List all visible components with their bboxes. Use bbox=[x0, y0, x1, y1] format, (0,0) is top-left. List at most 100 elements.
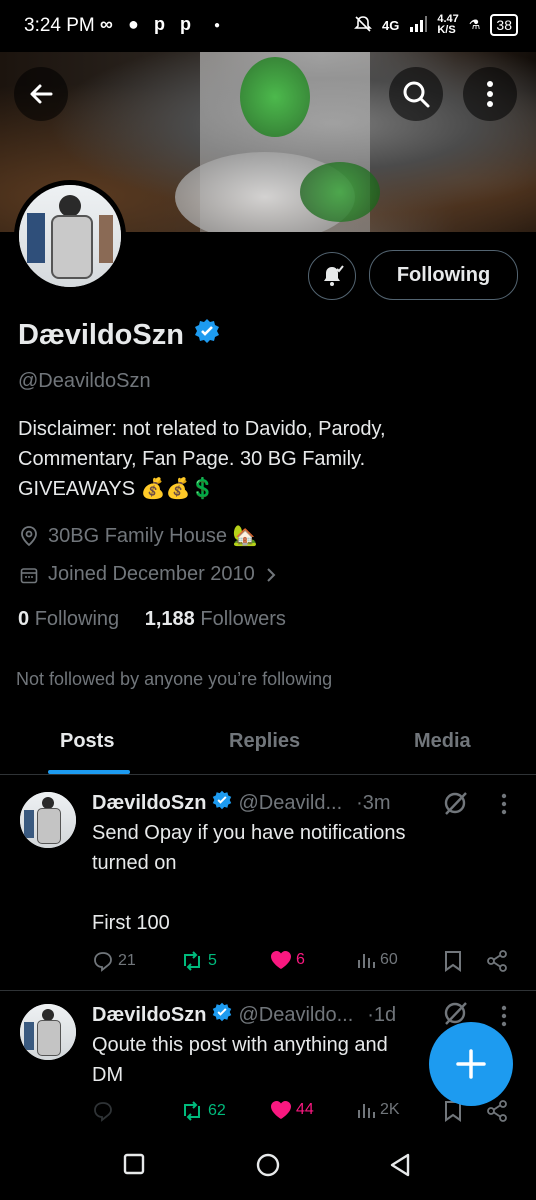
repost-button[interactable]: 5 bbox=[180, 950, 217, 972]
profile-handle: @DeavildoSzn bbox=[18, 370, 151, 392]
recents-button[interactable] bbox=[123, 1153, 145, 1180]
status-time: 3:24 PM bbox=[24, 15, 95, 36]
signal-icon bbox=[409, 15, 428, 35]
system-nav-bar bbox=[0, 1130, 536, 1200]
post-avatar[interactable] bbox=[20, 1004, 76, 1060]
search-icon bbox=[403, 81, 430, 108]
p-app-icon: p bbox=[154, 14, 165, 34]
repost-count: 5 bbox=[208, 952, 217, 969]
share-icon bbox=[487, 950, 507, 972]
post-more-icon[interactable] bbox=[500, 792, 508, 821]
post-actions: 62 44 2K bbox=[0, 1100, 536, 1126]
like-count: 6 bbox=[296, 951, 305, 968]
post-more-icon[interactable] bbox=[500, 1004, 508, 1033]
follow-counts: 0 Following 1,188 Followers bbox=[18, 608, 286, 631]
following-count: 0 bbox=[18, 608, 30, 630]
circle-icon bbox=[256, 1153, 280, 1177]
repost-button[interactable]: 62 bbox=[180, 1100, 226, 1122]
joined-row[interactable]: Joined December 2010 bbox=[20, 563, 277, 586]
views-icon bbox=[358, 954, 375, 968]
verified-badge-icon bbox=[212, 1002, 232, 1028]
compose-button[interactable] bbox=[429, 1022, 513, 1106]
tab-posts[interactable]: Posts bbox=[60, 730, 114, 753]
bell-check-icon bbox=[324, 265, 344, 286]
post-avatar[interactable] bbox=[20, 792, 76, 848]
post-header: DævildoSzn @Deavild... ·3m bbox=[92, 790, 391, 816]
post-actions: 21 5 6 60 bbox=[0, 950, 536, 976]
post-time: ·3m bbox=[356, 791, 391, 814]
following-button[interactable]: Following bbox=[369, 250, 518, 300]
followers-label: Followers bbox=[200, 608, 286, 630]
network-type: 4G bbox=[382, 17, 400, 33]
like-button[interactable]: 6 bbox=[270, 950, 305, 970]
flask-icon: ⚗ bbox=[468, 17, 481, 32]
back-button[interactable] bbox=[14, 67, 68, 121]
banner-green-gem-2 bbox=[300, 162, 380, 222]
battery-indicator: 38 bbox=[490, 14, 518, 36]
reply-button[interactable] bbox=[92, 1100, 114, 1122]
following-label: Following bbox=[34, 608, 120, 630]
location-text: 30BG Family House 🏡 bbox=[48, 525, 258, 547]
dot-icon: ● bbox=[214, 20, 221, 31]
profile-tabs: Posts Replies Media bbox=[0, 716, 536, 775]
reply-count: 21 bbox=[118, 952, 136, 969]
bookmark-icon bbox=[445, 951, 461, 972]
post-author-name[interactable]: DævildoSzn bbox=[92, 792, 206, 815]
banner-green-gem bbox=[240, 57, 310, 137]
more-button[interactable] bbox=[463, 67, 517, 121]
plus-icon bbox=[456, 1049, 486, 1079]
share-icon bbox=[487, 1100, 507, 1122]
nav-back-button[interactable] bbox=[388, 1152, 412, 1183]
verified-badge-icon bbox=[212, 790, 232, 816]
views-button[interactable]: 60 bbox=[356, 950, 398, 970]
more-vertical-icon bbox=[487, 81, 493, 107]
heart-filled-icon bbox=[271, 1101, 291, 1119]
like-button[interactable]: 44 bbox=[270, 1100, 314, 1120]
following-count-link[interactable]: 0 Following bbox=[18, 608, 119, 630]
share-button[interactable] bbox=[486, 1100, 508, 1122]
bio-line: Disclaimer: not related to Davido, Parod… bbox=[18, 418, 386, 440]
bio-line: GIVEAWAYS 💰💰💲 bbox=[18, 478, 216, 500]
post-header: DævildoSzn @Deavildo... ·1d bbox=[92, 1002, 396, 1028]
heart-filled-icon bbox=[271, 951, 291, 969]
bio-line: Commentary, Fan Page. 30 BG Family. bbox=[18, 448, 366, 470]
tab-replies[interactable]: Replies bbox=[229, 730, 300, 753]
home-button[interactable] bbox=[255, 1152, 281, 1183]
active-tab-indicator bbox=[48, 770, 130, 774]
views-button[interactable]: 2K bbox=[356, 1100, 400, 1120]
post-text-line: Send Opay if you have notifications bbox=[92, 822, 406, 844]
profile-avatar[interactable] bbox=[14, 180, 126, 292]
speed-readout: 4.47 K/S bbox=[437, 13, 459, 36]
location-pin-icon bbox=[21, 525, 37, 546]
grok-icon[interactable] bbox=[442, 790, 468, 821]
location-row: 30BG Family House 🏡 bbox=[20, 523, 257, 548]
search-button[interactable] bbox=[389, 67, 443, 121]
square-icon bbox=[123, 1153, 145, 1175]
views-count: 2K bbox=[380, 1101, 400, 1118]
post-author-handle: @Deavild... bbox=[238, 791, 343, 814]
post-text-line bbox=[92, 878, 522, 908]
post-author-name[interactable]: DævildoSzn bbox=[92, 1004, 206, 1027]
bookmark-button[interactable] bbox=[444, 950, 462, 972]
followers-count: 1,188 bbox=[144, 608, 195, 630]
profile-bio: Disclaimer: not related to Davido, Parod… bbox=[18, 414, 518, 504]
followers-count-link[interactable]: 1,188 Followers bbox=[145, 608, 286, 630]
link-icon: ∞ bbox=[100, 14, 113, 34]
display-name: DævildoSzn bbox=[18, 318, 184, 351]
reply-icon bbox=[94, 952, 112, 972]
post-time: ·1d bbox=[367, 1003, 397, 1026]
notifications-button[interactable] bbox=[308, 252, 356, 300]
reply-icon bbox=[94, 1102, 112, 1122]
status-bar: 3:24 PM ∞ ● p p ● 4G 4.47 K/S ⚗ 38 bbox=[0, 0, 536, 52]
share-button[interactable] bbox=[486, 950, 508, 972]
post-text-line: First 100 bbox=[92, 912, 170, 934]
joined-text: Joined December 2010 bbox=[48, 563, 255, 585]
mute-bell-icon bbox=[354, 15, 372, 36]
avatar-image bbox=[19, 185, 121, 287]
display-name-row: DævildoSzn bbox=[18, 318, 220, 352]
views-count: 60 bbox=[380, 951, 398, 968]
repost-icon bbox=[184, 951, 200, 971]
post-item[interactable]: DævildoSzn @Deavild... ·3m Send Opay if … bbox=[0, 776, 536, 991]
reply-button[interactable]: 21 bbox=[92, 950, 136, 972]
tab-media[interactable]: Media bbox=[414, 730, 471, 753]
